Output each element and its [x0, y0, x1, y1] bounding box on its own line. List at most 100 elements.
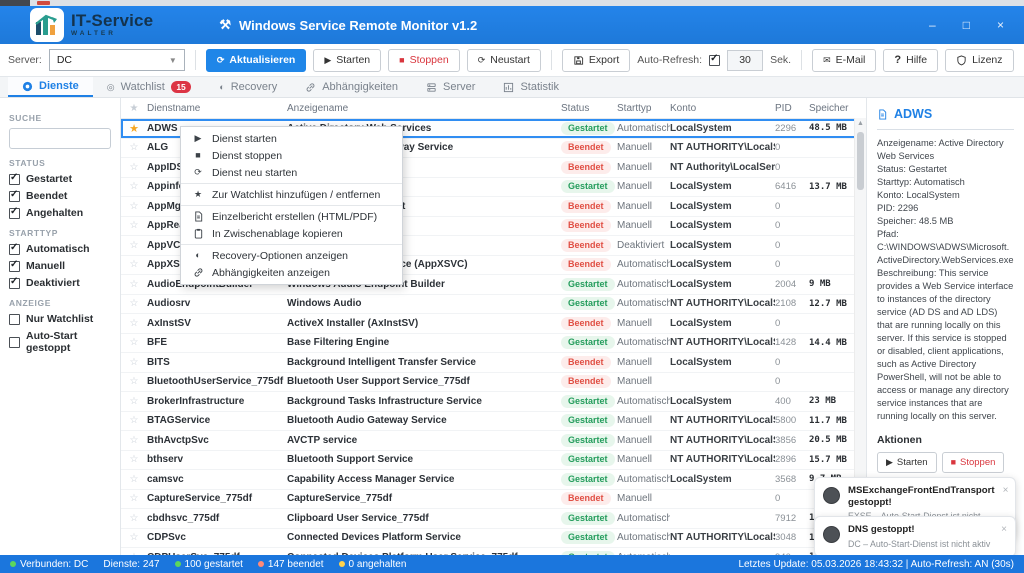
table-row[interactable]: ☆BluetoothUserService_775dfBluetooth Use…	[121, 373, 866, 393]
detail-header: ADWS	[877, 107, 1014, 121]
star-icon[interactable]: ☆	[121, 513, 147, 524]
star-icon[interactable]: ☆	[121, 454, 147, 465]
star-icon[interactable]: ☆	[121, 318, 147, 329]
star-icon-filled[interactable]: ★	[121, 122, 147, 135]
refresh-icon: ⟳	[217, 56, 225, 65]
clipboard-icon	[192, 228, 204, 239]
column-header-star[interactable]: ★	[121, 103, 147, 114]
tab-server[interactable]: Server	[412, 77, 489, 97]
star-icon[interactable]: ☆	[121, 415, 147, 426]
table-row[interactable]: ☆bthservBluetooth Support ServiceGestart…	[121, 451, 866, 471]
tab-recovery[interactable]: ◐Recovery	[205, 77, 291, 97]
cell-pid: 6416	[775, 181, 809, 192]
menu-item-einzelbericht-erstellen-html-pdf-[interactable]: Einzelbericht erstellen (HTML/PDF)	[181, 208, 402, 225]
column-header-status[interactable]: Status	[561, 103, 617, 114]
column-header-dienstname[interactable]: Dienstname	[147, 103, 287, 114]
close-icon[interactable]: ×	[1001, 524, 1007, 535]
table-row[interactable]: ☆cbdhsvc_775dfClipboard User Service_775…	[121, 509, 866, 529]
table-row[interactable]: ☆BFEBase Filtering EngineGestartetAutoma…	[121, 334, 866, 354]
close-icon[interactable]: ×	[1003, 485, 1009, 496]
detail-action-stoppen[interactable]: ■Stoppen	[942, 452, 1005, 473]
license-button[interactable]: Lizenz	[945, 49, 1013, 72]
autorefresh-interval-input[interactable]: 30	[727, 50, 763, 71]
star-icon[interactable]: ☆	[121, 396, 147, 407]
cell-pid: 400	[775, 396, 809, 407]
filter-label: Deaktiviert	[26, 277, 80, 289]
table-row[interactable]: ☆BrokerInfrastructureBackground Tasks In…	[121, 392, 866, 412]
scrollbar-thumb[interactable]	[857, 132, 864, 190]
menu-item-dienst-neu-starten[interactable]: ⟳Dienst neu starten	[181, 164, 402, 181]
star-icon[interactable]: ☆	[121, 142, 147, 153]
autorefresh-checkbox[interactable]	[709, 55, 720, 66]
menu-item-dienst-starten[interactable]: ▶Dienst starten	[181, 130, 402, 147]
email-button[interactable]: ✉ E-Mail	[812, 49, 876, 72]
filter-label: Gestartet	[26, 173, 72, 185]
filter-checkbox-auto-start-gestoppt[interactable]: Auto-Start gestoppt	[9, 330, 111, 354]
help-button[interactable]: ? Hilfe	[883, 49, 938, 72]
filter-checkbox-nur-watchlist[interactable]: Nur Watchlist	[9, 313, 111, 325]
column-header-starttyp[interactable]: Starttyp	[617, 103, 670, 114]
column-header-pid[interactable]: PID	[775, 103, 809, 114]
star-icon[interactable]: ☆	[121, 474, 147, 485]
menu-item-in-zwischenablage-kopieren[interactable]: In Zwischenablage kopieren	[181, 225, 402, 242]
star-icon[interactable]: ☆	[121, 162, 147, 173]
search-input[interactable]	[9, 128, 111, 149]
restart-button[interactable]: ⟳ Neustart	[467, 49, 541, 72]
detail-action-starten[interactable]: ▶Starten	[877, 452, 937, 473]
tab-watchlist[interactable]: ◎Watchlist15	[93, 77, 206, 97]
table-row[interactable]: ☆AudiosrvWindows AudioGestartetAutomatis…	[121, 295, 866, 315]
tab-statistik[interactable]: Statistik	[489, 77, 573, 97]
filter-checkbox-angehalten[interactable]: Angehalten	[9, 207, 111, 219]
tab-dienste[interactable]: Dienste	[8, 77, 93, 97]
star-icon[interactable]: ☆	[121, 279, 147, 290]
menu-item-zur-watchlist-hinzuf-gen-entfernen[interactable]: ★Zur Watchlist hinzufügen / entfernen	[181, 186, 402, 203]
stop-button[interactable]: ■ Stoppen	[388, 49, 460, 72]
star-icon[interactable]: ☆	[121, 240, 147, 251]
star-icon[interactable]: ☆	[121, 201, 147, 212]
filter-checkbox-deaktiviert[interactable]: Deaktiviert	[9, 277, 111, 289]
table-row[interactable]: ☆CDPSvcConnected Devices Platform Servic…	[121, 529, 866, 549]
filter-sidebar: SUCHE STATUSGestartetBeendetAngehaltenST…	[0, 98, 121, 555]
table-row[interactable]: ☆CDPUserSvc_775dfConnected Devices Platf…	[121, 548, 866, 555]
star-icon[interactable]: ☆	[121, 298, 147, 309]
table-row[interactable]: ☆camsvcCapability Access Manager Service…	[121, 470, 866, 490]
star-icon[interactable]: ☆	[121, 337, 147, 348]
filter-checkbox-manuell[interactable]: Manuell	[9, 260, 111, 272]
server-select[interactable]: DC ▼	[49, 49, 185, 71]
star-icon[interactable]: ☆	[121, 493, 147, 504]
cell-pid: 0	[775, 259, 809, 270]
table-row[interactable]: ☆CaptureService_775dfCaptureService_775d…	[121, 490, 866, 510]
column-header-anzeigename[interactable]: Anzeigename	[287, 103, 561, 114]
table-row[interactable]: ☆BITSBackground Intelligent Transfer Ser…	[121, 353, 866, 373]
column-header-speicher[interactable]: Speicher	[809, 103, 866, 114]
table-row[interactable]: ☆BTAGServiceBluetooth Audio Gateway Serv…	[121, 412, 866, 432]
table-row[interactable]: ☆BthAvctpSvcAVCTP serviceGestartetManuel…	[121, 431, 866, 451]
cell-status: Gestartet	[561, 336, 617, 349]
cell-dienstname: BFE	[147, 337, 287, 348]
star-icon[interactable]: ☆	[121, 376, 147, 387]
menu-item-abh-ngigkeiten-anzeigen[interactable]: Abhängigkeiten anzeigen	[181, 264, 402, 281]
filter-checkbox-automatisch[interactable]: Automatisch	[9, 243, 111, 255]
minimize-button[interactable]: –	[929, 18, 936, 32]
star-icon[interactable]: ☆	[121, 435, 147, 446]
scroll-up-arrow[interactable]: ▲	[855, 120, 866, 127]
star-icon[interactable]: ☆	[121, 532, 147, 543]
actions-label: Aktionen	[877, 434, 1014, 446]
filter-checkbox-gestartet[interactable]: Gestartet	[9, 173, 111, 185]
start-button[interactable]: ▶ Starten	[313, 49, 381, 72]
export-button[interactable]: Export	[562, 49, 630, 72]
star-icon[interactable]: ☆	[121, 357, 147, 368]
maximize-button[interactable]: □	[963, 18, 970, 32]
tab-label: Statistik	[520, 81, 559, 93]
menu-item-recovery-optionen-anzeigen[interactable]: ◐Recovery-Optionen anzeigen	[181, 247, 402, 264]
star-icon[interactable]: ☆	[121, 220, 147, 231]
refresh-button[interactable]: ⟳ Aktualisieren	[206, 49, 307, 72]
star-icon[interactable]: ☆	[121, 181, 147, 192]
menu-item-dienst-stoppen[interactable]: ■Dienst stoppen	[181, 147, 402, 164]
column-header-konto[interactable]: Konto	[670, 103, 775, 114]
close-button[interactable]: ×	[997, 18, 1004, 32]
table-row[interactable]: ☆AxInstSVActiveX Installer (AxInstSV)Bee…	[121, 314, 866, 334]
tab-abhängigkeiten[interactable]: Abhängigkeiten	[291, 77, 412, 97]
filter-checkbox-beendet[interactable]: Beendet	[9, 190, 111, 202]
star-icon[interactable]: ☆	[121, 259, 147, 270]
